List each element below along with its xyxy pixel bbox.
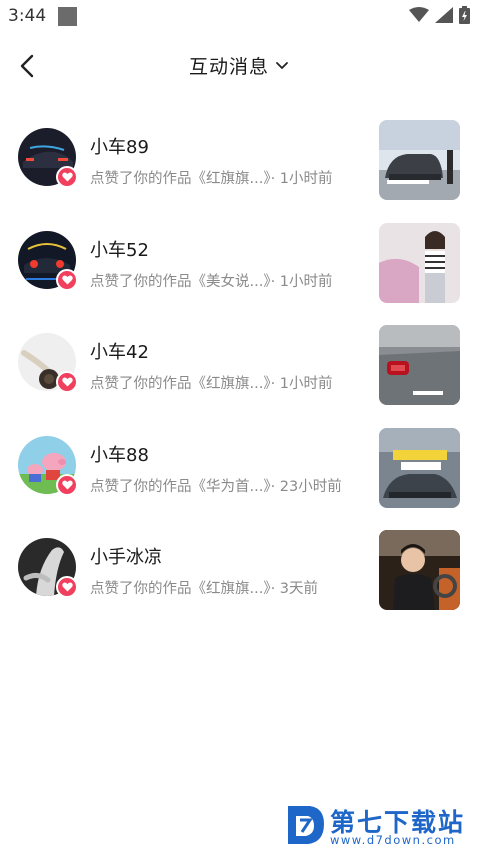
avatar-wrap[interactable] <box>18 435 78 496</box>
work-thumbnail[interactable] <box>379 325 460 405</box>
status-bar: 3:44 <box>0 0 478 34</box>
message-text: 点赞了你的作品《红旗旗...》· 1小时前 <box>90 376 333 392</box>
signal-icon <box>435 7 453 23</box>
username[interactable]: 小车42 <box>90 338 149 364</box>
page-title: 互动消息 <box>188 56 269 78</box>
status-icons <box>409 6 470 24</box>
username[interactable]: 小车52 <box>90 236 149 262</box>
avatar-wrap[interactable] <box>18 230 78 291</box>
message-text: 点赞了你的作品《红旗旗...》· 3天前 <box>90 581 319 597</box>
chevron-down-icon <box>276 61 288 69</box>
message-text: 点赞了你的作品《美女说...》· 1小时前 <box>90 273 333 290</box>
heart-badge <box>56 473 78 496</box>
battery-icon <box>459 6 470 24</box>
notification-icon <box>58 7 77 26</box>
list-item[interactable]: 小车89 点赞了你的作品《红旗旗...》· 1小时前 <box>0 118 478 221</box>
heart-badge <box>56 576 78 598</box>
avatar-wrap[interactable] <box>18 538 78 598</box>
list-item[interactable]: 小车88 点赞了你的作品《华为首...》· 23小时前 <box>0 426 478 529</box>
heart-icon <box>61 275 73 285</box>
header: 互动消息 <box>0 44 478 88</box>
heart-badge <box>56 371 78 393</box>
username[interactable]: 小手冰凉 <box>90 543 162 569</box>
message-text: 点赞了你的作品《华为首...》· 23小时前 <box>90 478 342 495</box>
list-item[interactable]: 小手冰凉 点赞了你的作品《红旗旗...》· 3天前 <box>0 528 478 631</box>
wifi-icon <box>409 7 429 22</box>
username[interactable]: 小车89 <box>90 133 149 159</box>
heart-icon <box>61 582 73 592</box>
watermark-url: www.d7down.com <box>330 833 456 847</box>
heart-badge <box>56 166 78 188</box>
username[interactable]: 小车88 <box>90 441 149 467</box>
work-thumbnail[interactable] <box>379 427 460 508</box>
avatar-wrap[interactable] <box>18 128 78 188</box>
list-item[interactable]: 小车52 点赞了你的作品《美女说...》· 1小时前 <box>0 221 478 324</box>
heart-icon <box>61 377 73 387</box>
watermark: 第七下载站 www.d7down.com <box>282 800 478 850</box>
work-thumbnail[interactable] <box>379 530 460 610</box>
message-text: 点赞了你的作品《红旗旗...》· 1小时前 <box>90 171 333 187</box>
watermark-logo-icon <box>288 806 324 844</box>
message-list: 小车89 点赞了你的作品《红旗旗...》· 1小时前 小车52 点赞了你的作品《… <box>0 118 478 631</box>
title-dropdown[interactable]: 互动消息 <box>0 52 478 79</box>
heart-icon <box>61 172 73 182</box>
work-thumbnail[interactable] <box>379 120 460 200</box>
status-time: 3:44 <box>8 6 47 26</box>
list-item[interactable]: 小车42 点赞了你的作品《红旗旗...》· 1小时前 <box>0 323 478 426</box>
avatar-wrap[interactable] <box>18 333 78 393</box>
work-thumbnail[interactable] <box>379 222 460 303</box>
heart-icon <box>61 480 73 490</box>
heart-badge <box>56 268 78 291</box>
